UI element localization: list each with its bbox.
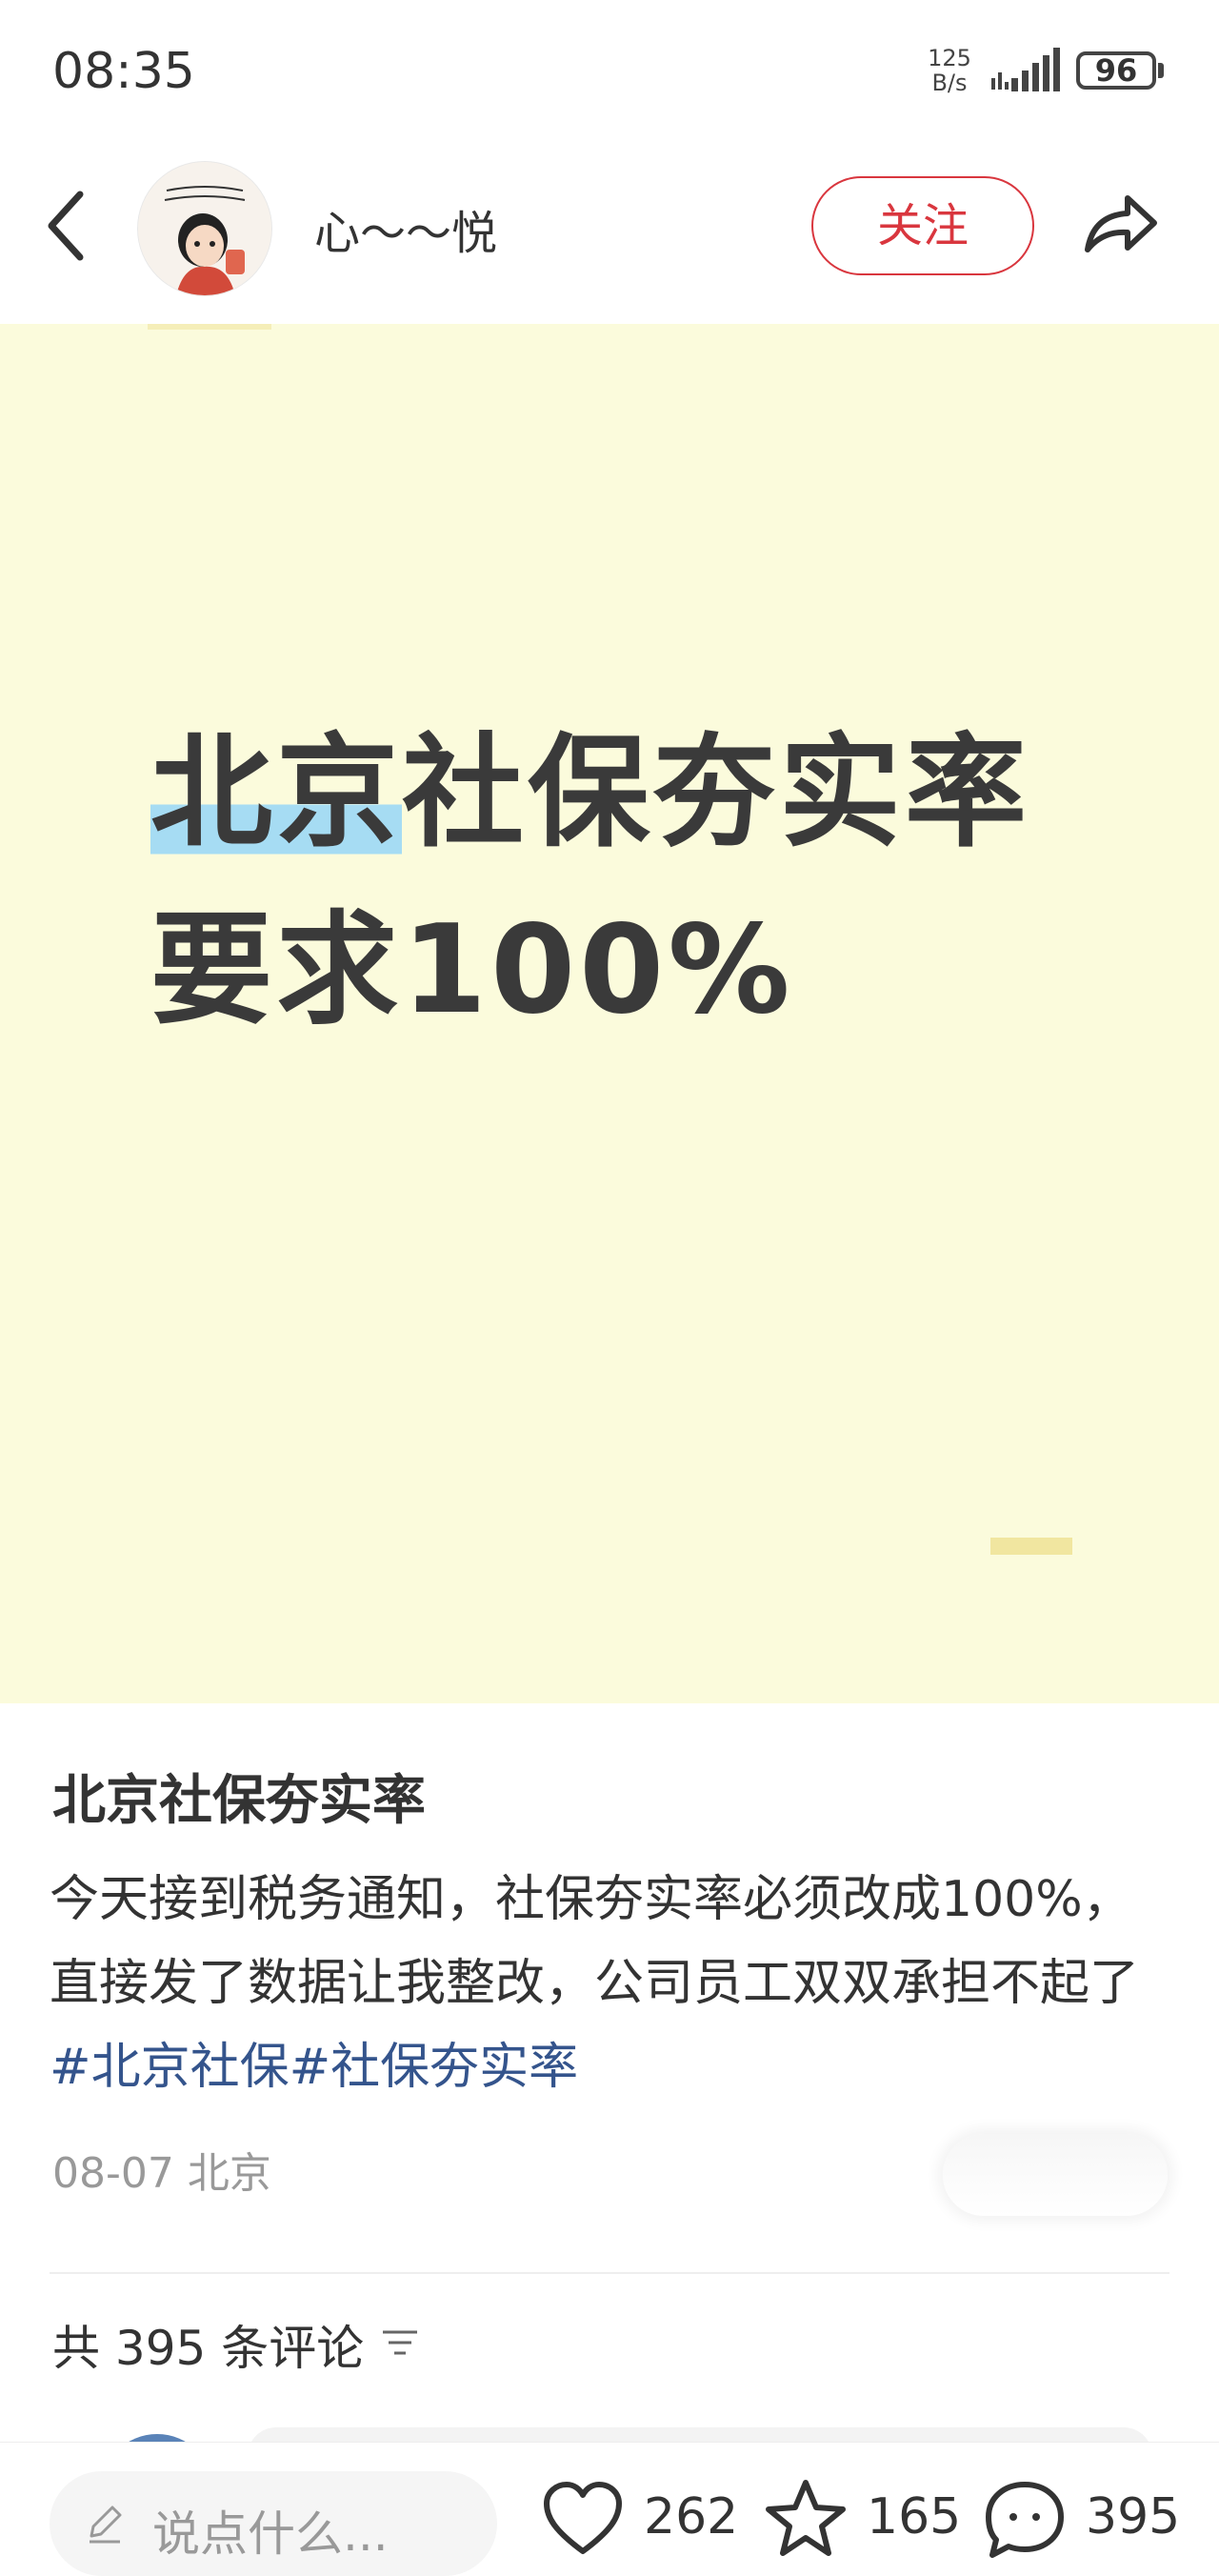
post-header: 心～～悦 关注: [0, 143, 1219, 325]
star-icon: [766, 2480, 846, 2556]
signal-icon: [1011, 48, 1060, 91]
divider: [50, 2272, 1169, 2274]
post-image[interactable]: 北京社保夯实率 要求100%: [0, 324, 1219, 1703]
avatar-illustration: [138, 162, 271, 295]
hashtag-beijing-social-security[interactable]: #北京社保: [50, 2039, 290, 2096]
battery-icon: 96: [1076, 51, 1156, 90]
follow-button[interactable]: 关注: [811, 176, 1034, 275]
hero-highlight: 北京: [150, 722, 403, 864]
username[interactable]: 心～～悦: [314, 195, 497, 262]
share-icon[interactable]: [1076, 181, 1162, 267]
comment-count: 395: [1086, 2488, 1181, 2546]
status-time: 08:35: [52, 43, 195, 100]
hashtag-solid-rate[interactable]: #社保夯实率: [290, 2039, 579, 2096]
hero-line-1-rest: 社保夯实率: [402, 722, 1031, 864]
hero-line-2: 要求100%: [150, 899, 794, 1041]
hd-signal-icon: [991, 72, 1009, 90]
heart-icon: [544, 2482, 622, 2554]
comment-icon: [986, 2482, 1064, 2558]
status-bar: 08:35 125 B/s 96: [0, 0, 1219, 143]
net-speed-value: 125: [928, 45, 971, 71]
post-body-text: 今天接到税务通知，社保夯实率必须改成100%，直接发了数据让我整改，公司员工双双…: [50, 1871, 1140, 2012]
blurred-element: [943, 2134, 1168, 2216]
favorite-button[interactable]: 165: [764, 2477, 964, 2563]
hero-top-mark: [148, 324, 271, 330]
net-speed: 125 B/s: [926, 46, 973, 95]
hero-dash: [990, 1538, 1072, 1555]
back-icon[interactable]: [38, 183, 95, 269]
pencil-icon: [90, 2506, 122, 2544]
avatar[interactable]: [138, 162, 271, 295]
net-speed-unit: B/s: [931, 70, 968, 96]
like-button[interactable]: 262: [541, 2477, 741, 2563]
hero-line-1: 北京社保夯实率: [150, 705, 1141, 882]
comments-count: 共 395 条评论: [52, 2321, 365, 2376]
comment-button[interactable]: 395: [983, 2477, 1192, 2563]
post-meta: 08-07 北京: [52, 2139, 271, 2200]
favorite-count: 165: [867, 2488, 962, 2546]
battery-tip: [1158, 63, 1164, 78]
post-body: 今天接到税务通知，社保夯实率必须改成100%，直接发了数据让我整改，公司员工双双…: [50, 1858, 1173, 2109]
bottom-bar: 说点什么... 262 165 395: [0, 2442, 1219, 2576]
sort-icon[interactable]: [381, 2328, 419, 2359]
post-date: 08-07: [52, 2149, 174, 2198]
like-count: 262: [644, 2488, 739, 2546]
comment-input[interactable]: 说点什么...: [50, 2471, 497, 2576]
post-location: 北京: [187, 2149, 271, 2198]
comment-placeholder: 说点什么...: [152, 2506, 389, 2562]
post-title: 北京社保夯实率: [52, 1770, 426, 1832]
hero-headline: 北京社保夯实率 要求100%: [150, 705, 1141, 1059]
